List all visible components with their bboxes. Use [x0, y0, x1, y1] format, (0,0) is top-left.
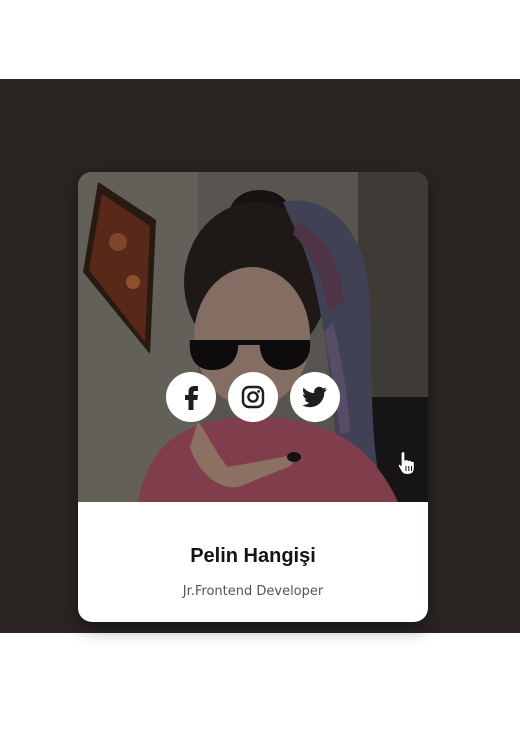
profile-role: Jr.Frontend Developer [182, 584, 324, 599]
instagram-button[interactable] [228, 372, 278, 422]
facebook-icon [185, 386, 198, 410]
profile-info: Pelin Hangişi Jr.Frontend Developer [78, 502, 428, 622]
instagram-icon [241, 385, 265, 409]
profile-name: Pelin Hangişi [190, 545, 316, 567]
facebook-button[interactable] [166, 372, 216, 422]
twitter-button[interactable] [290, 372, 340, 422]
hero-section: Pelin Hangişi Jr.Frontend Developer [0, 79, 520, 633]
social-links [78, 372, 428, 422]
profile-card: Pelin Hangişi Jr.Frontend Developer [78, 172, 428, 622]
photo-overlay [78, 172, 428, 502]
twitter-icon [302, 386, 327, 408]
hand-cursor-icon [397, 450, 415, 476]
profile-photo [78, 172, 428, 502]
